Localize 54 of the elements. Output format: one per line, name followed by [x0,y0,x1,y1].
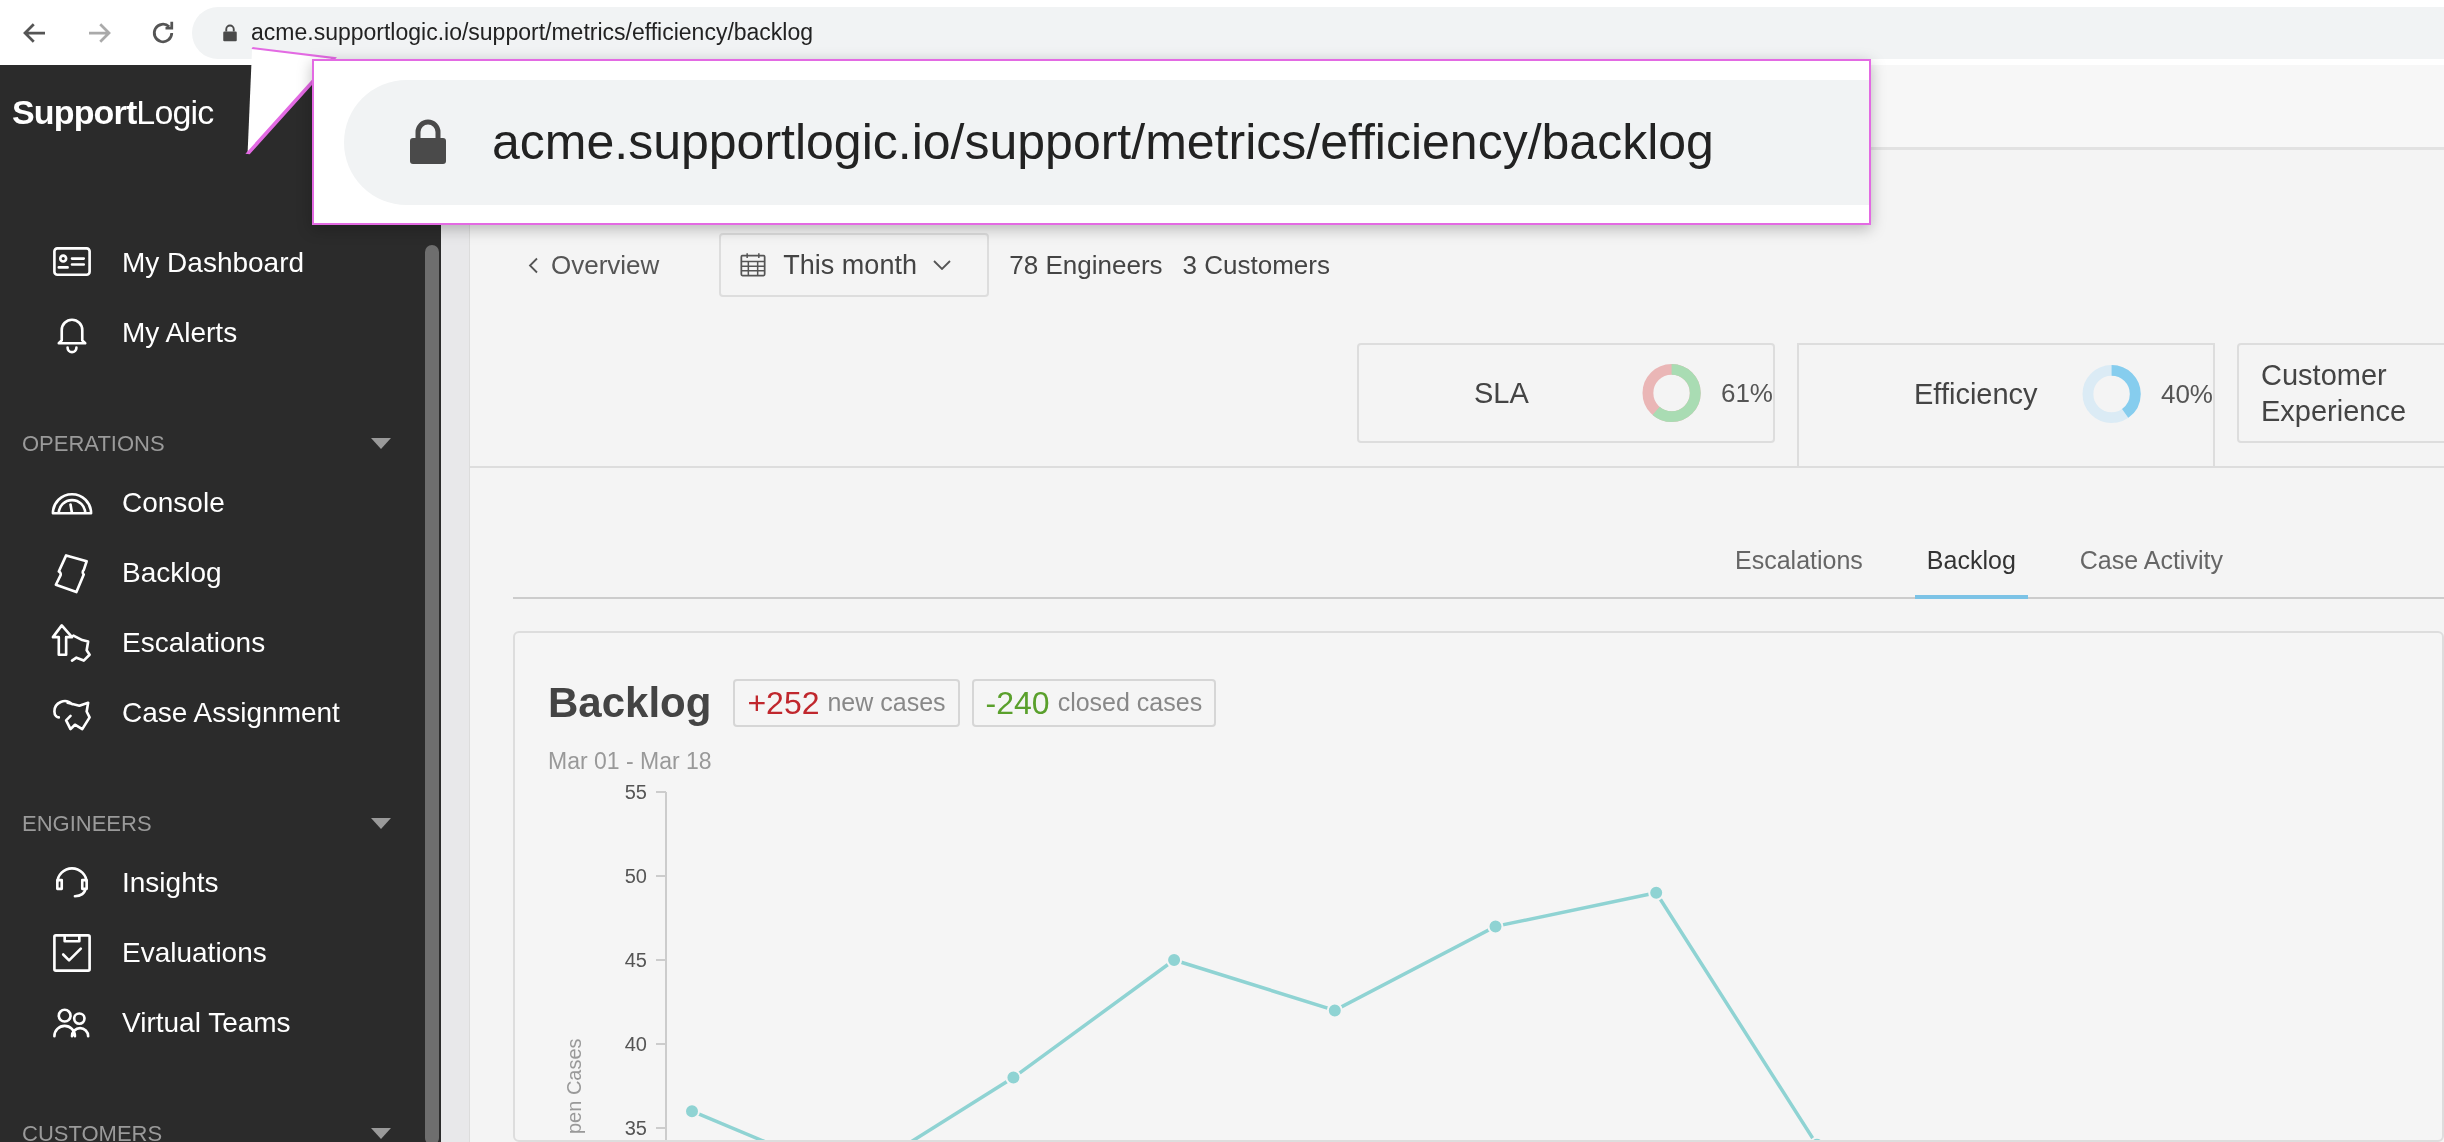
y-tick-label: 40 [624,1032,647,1055]
date-range: Mar 01 - Mar 18 [548,747,713,776]
section-header[interactable]: ENGINEERS [22,806,152,840]
sidebar-item[interactable]: Backlog [0,538,420,608]
dropdown-caret-icon[interactable] [371,437,391,449]
sidebar-item[interactable]: Escalations [0,608,420,678]
data-point [1166,951,1183,968]
stat-badge: -240 closed cases [971,678,1217,727]
app-logo: SupportLogic [12,92,215,133]
period-dropdown[interactable]: This month [719,233,990,297]
sidebar-item[interactable]: Evaluations [0,918,420,988]
chevron-down-icon [932,260,951,270]
count-label: 78 Engineers [1009,248,1163,282]
clipboard-check-icon [50,931,94,975]
metric-tab[interactable]: Customer Experience [2237,343,2444,443]
data-point [1648,884,1665,901]
y-tick-label: 35 [624,1116,647,1139]
stat-badge: +252 new cases [733,678,960,727]
sub-tab[interactable]: Escalations [1723,541,1875,599]
sidebar-item[interactable]: My Dashboard [0,228,420,298]
card-title: Backlog [548,678,712,728]
url-text: acme.supportlogic.io/support/metrics/efficiency/backlog [251,18,814,48]
sub-tab[interactable]: Backlog [1914,541,2028,599]
section-header[interactable]: CUSTOMERS [22,1116,163,1142]
data-point [1487,917,1504,934]
sidebar-item[interactable]: Insights [0,848,420,918]
chevron-left-icon [528,256,539,274]
sidebar-item[interactable]: Case Assignment [0,678,420,748]
sidebar-item[interactable]: Virtual Teams [0,988,420,1058]
metric-tab[interactable]: SLA 61% [1357,343,1775,443]
dropdown-caret-icon[interactable] [371,1127,391,1139]
sub-tab[interactable]: Case Activity [2067,541,2235,599]
section-header[interactable]: OPERATIONS [22,426,165,460]
sidebar-item[interactable]: Console [0,468,420,538]
back-link[interactable]: Overview [528,245,660,285]
donut-gauge [1641,363,1701,423]
y-tick-label: 45 [624,948,647,971]
y-tick-label: 55 [624,780,647,803]
scrollbar-thumb[interactable] [425,245,439,1142]
data-point [684,1102,700,1119]
sidebar-item[interactable]: My Alerts [0,298,420,368]
magnified-url-text: acme.supportlogic.io/support/metrics/efficiency/backlog [492,112,1714,172]
dropdown-caret-icon[interactable] [371,817,391,829]
donut-gauge [2081,364,2141,424]
arrow-up-icon [50,621,94,665]
count-label: 3 Customers [1182,248,1330,282]
address-bar[interactable]: acme.supportlogic.io/support/metrics/efficiency/backlog [192,6,2444,59]
y-axis-title: pen Cases [563,1037,585,1134]
lock-icon [221,23,239,42]
y-tick-label: 50 [624,864,647,887]
data-point [1005,1069,1022,1086]
data-point [1326,1001,1343,1018]
metric-tab[interactable]: Efficiency 40% [1797,343,2215,466]
calendar-icon [739,251,768,279]
